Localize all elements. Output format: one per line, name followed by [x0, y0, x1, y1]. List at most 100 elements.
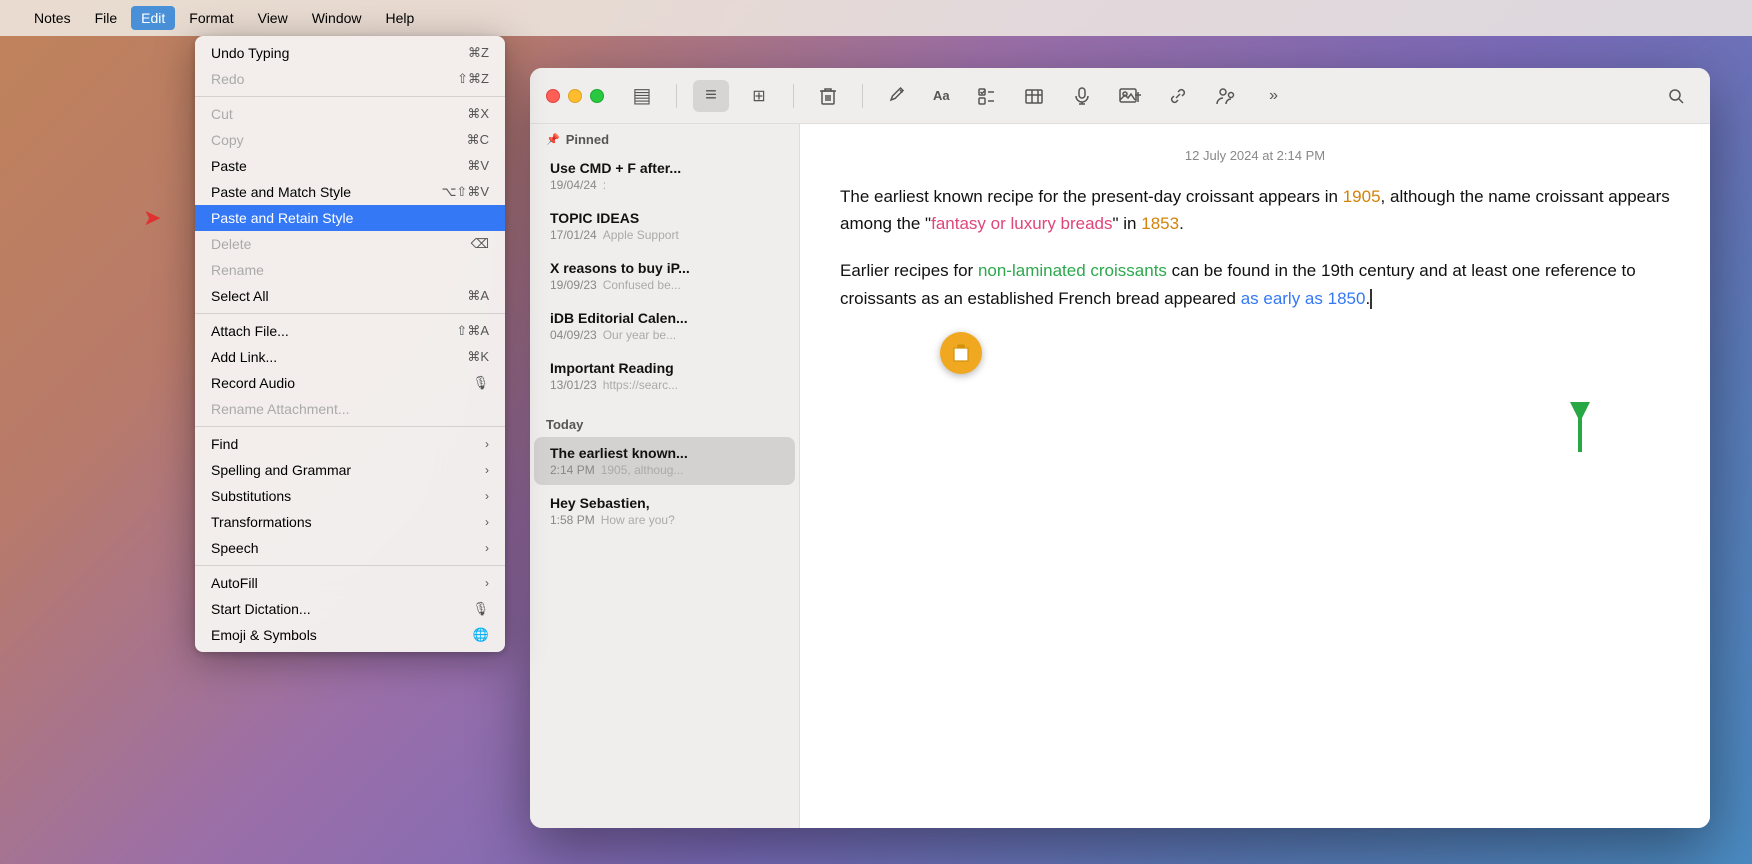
- menu-item-speech[interactable]: Speech ›: [195, 535, 505, 561]
- menu-item-delete[interactable]: Delete ⌫: [195, 231, 505, 257]
- menu-item-label: Record Audio: [211, 375, 295, 391]
- menu-item-shortcut: ⌘Z: [468, 45, 489, 61]
- photo-button[interactable]: [1112, 80, 1148, 112]
- menu-notes[interactable]: Notes: [24, 6, 81, 30]
- content-area: 📌 Pinned Use CMD + F after... 19/04/24 :…: [530, 124, 1710, 828]
- table-button[interactable]: [1016, 80, 1052, 112]
- menu-edit[interactable]: Edit: [131, 6, 175, 30]
- note-meta: 19/09/23 Confused be...: [550, 278, 779, 292]
- note-preview: Apple Support: [603, 228, 679, 242]
- paste-bubble[interactable]: [940, 332, 982, 374]
- note-preview: How are you?: [601, 513, 675, 527]
- menu-item-label: Attach File...: [211, 323, 289, 339]
- maximize-button[interactable]: [590, 89, 604, 103]
- note-item-earliest-known[interactable]: The earliest known... 2:14 PM 1905, alth…: [534, 437, 795, 485]
- menu-item-label: Add Link...: [211, 349, 277, 365]
- note-preview: https://searc...: [603, 378, 678, 392]
- gallery-view-button[interactable]: ⊞: [741, 80, 777, 112]
- menu-item-start-dictation[interactable]: Start Dictation... 🎙: [195, 596, 505, 622]
- search-button[interactable]: [1658, 80, 1694, 112]
- collab-button[interactable]: [1208, 80, 1244, 112]
- menu-format[interactable]: Format: [179, 6, 243, 30]
- menu-item-paste-retain-style[interactable]: Paste and Retain Style: [195, 205, 505, 231]
- note-item-topic-ideas[interactable]: TOPIC IDEAS 17/01/24 Apple Support: [534, 202, 795, 250]
- note-item-important-reading[interactable]: Important Reading 13/01/23 https://searc…: [534, 352, 795, 400]
- format-button[interactable]: Aa: [927, 80, 956, 112]
- menu-item-undo-typing[interactable]: Undo Typing ⌘Z: [195, 40, 505, 66]
- menu-item-autofill[interactable]: AutoFill ›: [195, 570, 505, 596]
- menu-item-transformations[interactable]: Transformations ›: [195, 509, 505, 535]
- link-button[interactable]: [1160, 80, 1196, 112]
- para1-text1: The earliest known recipe for the presen…: [840, 187, 1343, 206]
- menu-item-record-audio[interactable]: Record Audio 🎙: [195, 370, 505, 396]
- traffic-lights: [546, 89, 604, 103]
- note-item-use-cmd-f[interactable]: Use CMD + F after... 19/04/24 :: [534, 152, 795, 200]
- menu-help[interactable]: Help: [376, 6, 425, 30]
- menu-item-copy[interactable]: Copy ⌘C: [195, 127, 505, 153]
- para1-date2: 1853: [1141, 214, 1179, 233]
- menu-item-rename[interactable]: Rename: [195, 257, 505, 283]
- menu-item-label: Paste and Match Style: [211, 184, 351, 200]
- menu-window[interactable]: Window: [302, 6, 372, 30]
- menu-item-label: Find: [211, 436, 238, 452]
- checklist-button[interactable]: [968, 80, 1004, 112]
- note-item-idb-editorial[interactable]: iDB Editorial Calen... 04/09/23 Our year…: [534, 302, 795, 350]
- menu-item-shortcut: ⇧⌘Z: [457, 71, 489, 87]
- note-item-x-reasons[interactable]: X reasons to buy iP... 19/09/23 Confused…: [534, 252, 795, 300]
- menu-item-cut[interactable]: Cut ⌘X: [195, 101, 505, 127]
- green-arrow-container: [840, 402, 1670, 472]
- menu-item-emoji-symbols[interactable]: Emoji & Symbols 🌐: [195, 622, 505, 648]
- note-date: 2:14 PM: [550, 463, 595, 477]
- menu-item-shortcut: ⌘K: [467, 349, 489, 365]
- paragraph-2: Earlier recipes for non-laminated croiss…: [840, 257, 1670, 311]
- menu-item-shortcut: 🌐: [473, 627, 489, 643]
- note-date: 1:58 PM: [550, 513, 595, 527]
- toolbar-separator-3: [862, 84, 863, 108]
- menu-item-substitutions[interactable]: Substitutions ›: [195, 483, 505, 509]
- pin-icon: 📌: [546, 133, 560, 146]
- menu-item-find[interactable]: Find ›: [195, 431, 505, 457]
- menu-item-shortcut: 🎙: [472, 601, 489, 617]
- sidebar: 📌 Pinned Use CMD + F after... 19/04/24 :…: [530, 124, 800, 828]
- note-preview: :: [603, 178, 606, 192]
- list-view-button[interactable]: ≡: [693, 80, 729, 112]
- paragraph-1: The earliest known recipe for the presen…: [840, 183, 1670, 237]
- minimize-button[interactable]: [568, 89, 582, 103]
- trash-button[interactable]: [810, 80, 846, 112]
- more-button[interactable]: »: [1256, 80, 1292, 112]
- submenu-arrow: ›: [485, 576, 489, 590]
- compose-button[interactable]: [879, 80, 915, 112]
- menu-item-select-all[interactable]: Select All ⌘A: [195, 283, 505, 309]
- menu-item-add-link[interactable]: Add Link... ⌘K: [195, 344, 505, 370]
- close-button[interactable]: [546, 89, 560, 103]
- note-item-hey-sebastien[interactable]: Hey Sebastien, 1:58 PM How are you?: [534, 487, 795, 535]
- menu-item-rename-attachment[interactable]: Rename Attachment...: [195, 396, 505, 422]
- note-body: The earliest known recipe for the presen…: [840, 183, 1670, 472]
- para2-text1: Earlier recipes for: [840, 261, 978, 280]
- menu-item-attach-file[interactable]: Attach File... ⇧⌘A: [195, 318, 505, 344]
- menu-item-spelling-grammar[interactable]: Spelling and Grammar ›: [195, 457, 505, 483]
- audio-button[interactable]: [1064, 80, 1100, 112]
- note-meta: 2:14 PM 1905, althoug...: [550, 463, 779, 477]
- menu-item-label: Select All: [211, 288, 269, 304]
- menu-item-redo[interactable]: Redo ⇧⌘Z: [195, 66, 505, 92]
- menu-file[interactable]: File: [85, 6, 128, 30]
- menu-item-paste-match-style[interactable]: Paste and Match Style ⌥⇧⌘V: [195, 179, 505, 205]
- menu-item-shortcut: ⌘X: [467, 106, 489, 122]
- menu-item-label: Speech: [211, 540, 258, 556]
- menu-item-label: Delete: [211, 236, 251, 252]
- pinned-section-header: 📌 Pinned: [530, 124, 799, 151]
- sidebar-toggle-button[interactable]: ▤: [624, 80, 660, 112]
- note-meta: 17/01/24 Apple Support: [550, 228, 779, 242]
- menu-separator-1: [195, 96, 505, 97]
- menu-item-paste[interactable]: Paste ⌘V: [195, 153, 505, 179]
- menu-view[interactable]: View: [248, 6, 298, 30]
- para1-text3: " in: [1113, 214, 1142, 233]
- toolbar: ▤ ≡ ⊞ Aa: [530, 68, 1710, 124]
- menu-item-label: Spelling and Grammar: [211, 462, 351, 478]
- menu-item-shortcut: ⌘A: [467, 288, 489, 304]
- menu-separator-3: [195, 426, 505, 427]
- note-editor[interactable]: 12 July 2024 at 2:14 PM The earliest kno…: [800, 124, 1710, 828]
- toolbar-separator-2: [793, 84, 794, 108]
- menu-item-label: Redo: [211, 71, 244, 87]
